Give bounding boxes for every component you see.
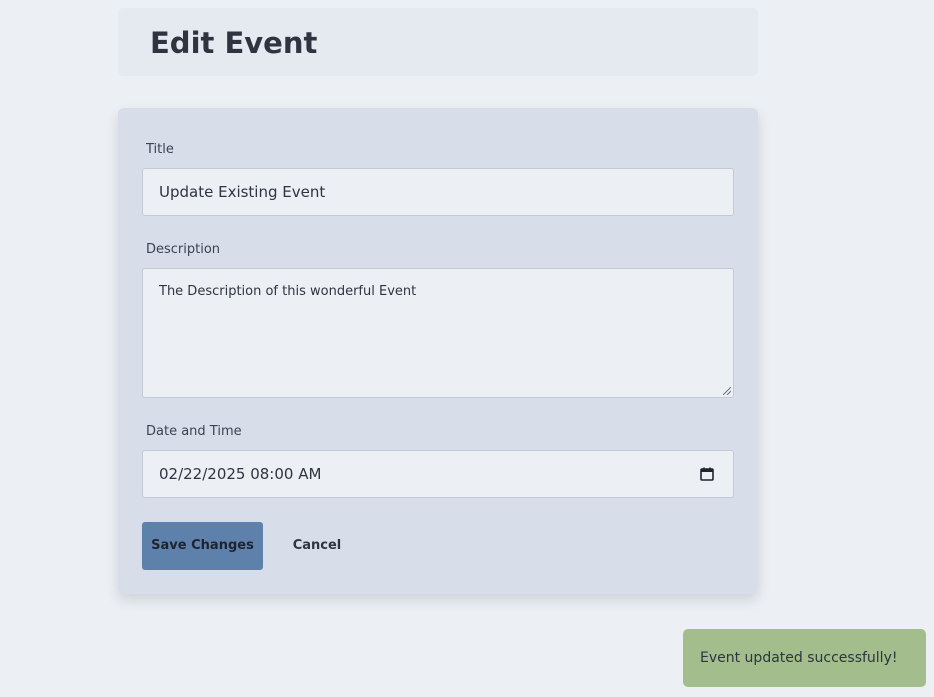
datetime-label: Date and Time (146, 424, 242, 439)
save-changes-button[interactable]: Save Changes (142, 522, 263, 570)
success-toast: Event updated successfully! (683, 629, 926, 687)
calendar-icon[interactable] (699, 466, 715, 482)
title-input[interactable]: Update Existing Event (142, 168, 734, 216)
title-label: Title (146, 142, 174, 157)
cancel-button[interactable]: Cancel (284, 522, 350, 570)
description-label: Description (146, 242, 221, 257)
edit-event-form: Title Update Existing Event Description … (118, 108, 758, 594)
datetime-value: 02/22/2025 08:00 AM (159, 465, 322, 483)
datetime-input[interactable]: 02/22/2025 08:00 AM (142, 450, 734, 498)
description-text: The Description of this wonderful Event (159, 284, 417, 299)
description-textarea[interactable]: The Description of this wonderful Event (142, 268, 734, 398)
page-header: Edit Event (118, 8, 758, 76)
resize-grip-icon[interactable] (723, 387, 731, 395)
page-title: Edit Event (150, 26, 318, 60)
